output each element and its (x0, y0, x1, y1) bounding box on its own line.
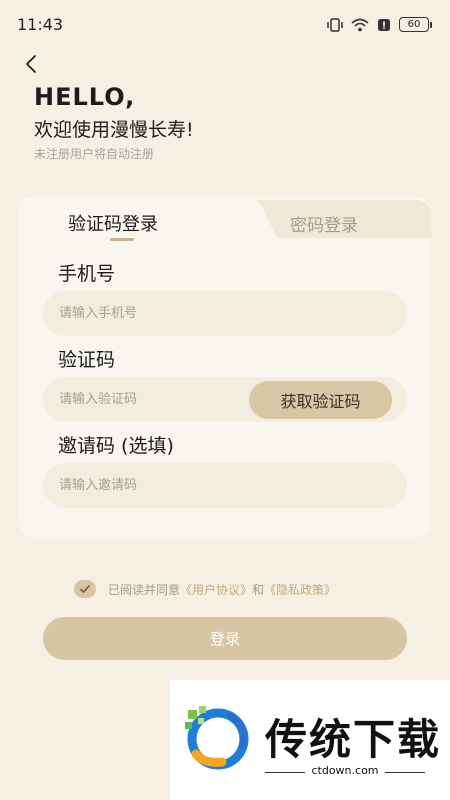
check-icon (79, 584, 91, 594)
battery-level: 60 (399, 17, 429, 32)
battery-icon: 60 (399, 17, 432, 32)
welcome-text: 欢迎使用漫慢长寿! (34, 119, 194, 141)
status-time: 11:43 (17, 15, 64, 34)
alert-icon (378, 18, 390, 31)
agreement-row: 已阅读并同意 《用户协议》 和 《隐私政策》 (74, 580, 336, 598)
status-bar: 11:43 60 (0, 0, 450, 50)
tab-sms-login[interactable]: 验证码登录 (68, 210, 158, 236)
ad-title: 传统下载 (265, 715, 442, 764)
tab-password-login[interactable]: 密码登录 (290, 211, 358, 236)
tab-active-indicator (110, 238, 134, 241)
agreement-connector: 和 (252, 582, 265, 597)
vibrate-icon (327, 17, 343, 32)
invite-label: 邀请码 (选填) (58, 435, 174, 457)
auto-register-hint: 未注册用户将自动注册 (34, 147, 155, 161)
login-button[interactable]: 登录 (43, 617, 407, 660)
privacy-policy-link[interactable]: 《隐私政策》 (264, 581, 336, 598)
status-icons: 60 (327, 17, 432, 32)
greeting-title: HELLO, (34, 83, 136, 111)
ad-url: ctdown.com (311, 764, 379, 777)
invite-input[interactable] (43, 463, 407, 508)
agreement-checkbox[interactable] (74, 580, 96, 598)
phone-input[interactable] (43, 291, 407, 336)
wifi-icon (351, 18, 369, 31)
back-icon[interactable] (18, 50, 46, 78)
get-code-button[interactable]: 获取验证码 (249, 381, 392, 419)
agreement-prefix: 已阅读并同意 (108, 582, 181, 597)
phone-label: 手机号 (58, 263, 116, 285)
code-label: 验证码 (58, 349, 116, 371)
ad-banner[interactable]: 传统下载 ctdown.com (170, 680, 450, 800)
ad-divider-right (385, 772, 425, 773)
ctdown-logo-icon (185, 706, 249, 770)
user-agreement-link[interactable]: 《用户协议》 (180, 581, 252, 598)
